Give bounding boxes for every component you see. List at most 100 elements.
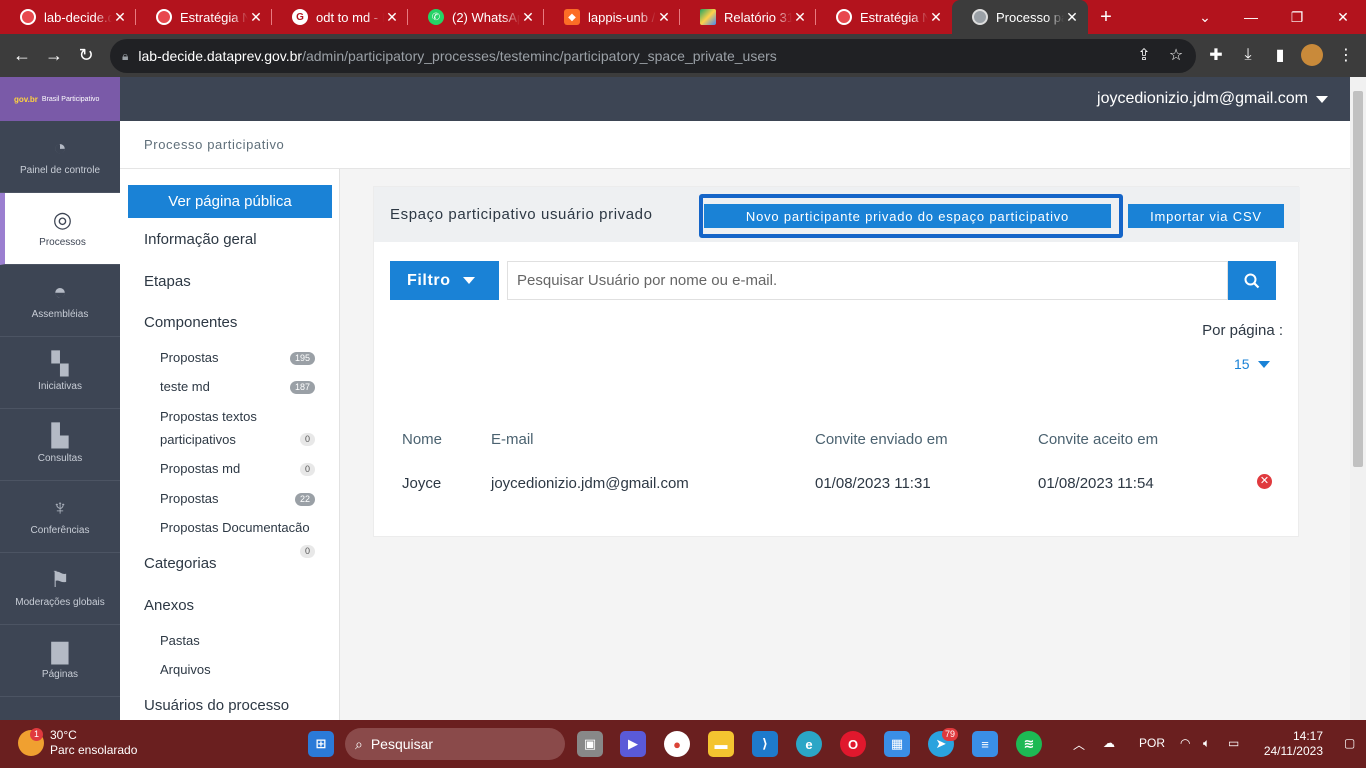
browser-tab[interactable]: Estratégia Na✕ bbox=[816, 0, 952, 34]
sidebar-item-label: Páginas bbox=[41, 669, 79, 680]
file-explorer-icon[interactable]: ▬ bbox=[708, 731, 734, 757]
maximize-button[interactable]: ❐ bbox=[1274, 0, 1320, 34]
per-page-select[interactable]: 15 bbox=[1234, 356, 1270, 372]
nav-componentes[interactable]: Componentes bbox=[144, 314, 237, 331]
taskbar-search[interactable]: ⌕ Pesquisar bbox=[345, 728, 565, 760]
cloud-icon[interactable]: ☁ bbox=[1103, 736, 1115, 750]
card-title: Espaço participativo usuário privado bbox=[390, 206, 653, 223]
nav-pastas[interactable]: Pastas bbox=[160, 629, 200, 652]
spotify-icon[interactable]: ≋ bbox=[1016, 731, 1042, 757]
teams-icon[interactable]: ▶ bbox=[620, 731, 646, 757]
brasil-participativo-logo[interactable]: gov.br Brasil Participativo bbox=[0, 77, 120, 121]
nav-arquivos[interactable]: Arquivos bbox=[160, 658, 211, 681]
page-scrollbar[interactable] bbox=[1350, 77, 1366, 720]
share-icon[interactable]: ⇪ bbox=[1133, 44, 1155, 66]
url-field[interactable]: 🔒︎ lab-decide.dataprev.gov.br/admin/part… bbox=[110, 39, 1196, 73]
telegram-badge: 79 bbox=[942, 728, 959, 741]
nav-informacao-geral[interactable]: Informação geral bbox=[144, 231, 257, 248]
opera-icon[interactable]: O bbox=[840, 731, 866, 757]
notepad-icon[interactable]: ≡ bbox=[972, 731, 998, 757]
browser-tab[interactable]: Estratégia Na✕ bbox=[136, 0, 272, 34]
user-menu[interactable]: joycedionizio.jdm@gmail.com bbox=[1097, 90, 1328, 108]
reload-button[interactable]: ↻ bbox=[70, 40, 102, 72]
sidebar-item-consultas[interactable]: ▙ Consultas bbox=[0, 409, 120, 481]
component-item[interactable]: Propostas Documentacão bbox=[160, 516, 310, 539]
tab-label: Processo par bbox=[996, 9, 1064, 25]
download-icon[interactable]: ⤓ bbox=[1237, 44, 1259, 66]
search-input[interactable]: Pesquisar Usuário por nome ou e-mail. bbox=[507, 261, 1228, 300]
component-item[interactable]: Propostas bbox=[160, 346, 219, 369]
close-icon[interactable]: ✕ bbox=[792, 9, 808, 26]
nav-usuarios-do-processo[interactable]: Usuários do processo bbox=[144, 697, 289, 714]
browser-tab[interactable]: ◆ lappis-unb / ✕ bbox=[544, 0, 680, 34]
close-icon[interactable]: ✕ bbox=[384, 9, 400, 26]
chrome-icon[interactable]: ● bbox=[664, 731, 690, 757]
nav-etapas[interactable]: Etapas bbox=[144, 273, 191, 290]
column-header[interactable]: Nome bbox=[402, 431, 442, 448]
minimize-button[interactable]: — bbox=[1228, 0, 1274, 34]
browser-tab[interactable]: lab-decide.d ✕ bbox=[0, 0, 136, 34]
sidebar-item-assembleias[interactable]: ◓ Assembléias bbox=[0, 265, 120, 337]
battery-icon[interactable]: ▭ bbox=[1228, 736, 1239, 750]
close-icon[interactable]: ✕ bbox=[248, 9, 264, 26]
browser-tab-active[interactable]: Processo par✕ bbox=[952, 0, 1088, 34]
language-indicator[interactable]: POR bbox=[1139, 736, 1165, 750]
close-icon[interactable]: ✕ bbox=[112, 9, 128, 26]
browser-tab[interactable]: Godt to md - I ✕ bbox=[272, 0, 408, 34]
forward-button[interactable]: → bbox=[38, 40, 70, 72]
close-icon[interactable]: ✕ bbox=[1064, 9, 1080, 26]
filter-button[interactable]: Filtro bbox=[390, 261, 499, 300]
logo-text: Brasil Participativo bbox=[41, 95, 100, 103]
column-header[interactable]: Convite aceito em bbox=[1038, 431, 1158, 448]
sidebar-item-painel[interactable]: ◔ Painel de controle bbox=[0, 121, 120, 193]
store-icon[interactable]: ▦ bbox=[884, 731, 910, 757]
column-header[interactable]: Convite enviado em bbox=[815, 431, 948, 448]
scrollbar-thumb[interactable] bbox=[1353, 91, 1363, 467]
delete-icon[interactable]: ✕ bbox=[1257, 474, 1272, 489]
column-header[interactable]: E-mail bbox=[491, 431, 534, 448]
profile-avatar[interactable] bbox=[1301, 44, 1323, 66]
google-icon: G bbox=[292, 9, 308, 25]
new-private-participant-button[interactable]: Novo participante privado do espaço part… bbox=[704, 204, 1111, 228]
clock[interactable]: 14:17 24/11/2023 bbox=[1264, 729, 1323, 759]
page-title[interactable]: Processo participativo bbox=[144, 137, 284, 152]
component-item[interactable]: Propostas md bbox=[160, 457, 240, 480]
search-placeholder: Pesquisar Usuário por nome ou e-mail. bbox=[517, 272, 778, 289]
star-icon[interactable]: ☆ bbox=[1165, 44, 1187, 66]
side-panel-icon[interactable]: ▮ bbox=[1269, 44, 1291, 66]
sidebar-item-processos[interactable]: ◎ Processos bbox=[0, 193, 120, 265]
task-view-icon[interactable]: ▣ bbox=[577, 731, 603, 757]
browser-tab[interactable]: ✆ (2) WhatsApp✕ bbox=[408, 0, 544, 34]
import-csv-button[interactable]: Importar via CSV bbox=[1128, 204, 1284, 228]
notifications-icon[interactable]: ▢ bbox=[1344, 736, 1355, 750]
component-item[interactable]: teste md bbox=[160, 375, 210, 398]
sidebar-item-moderacoes[interactable]: ⚑ Moderações globais bbox=[0, 553, 120, 625]
view-public-page-button[interactable]: Ver página pública bbox=[128, 185, 332, 218]
tab-label: (2) WhatsApp bbox=[452, 9, 520, 25]
volume-icon[interactable]: 🔈︎ bbox=[1203, 736, 1210, 751]
tray-chevron-icon[interactable]: ︿ bbox=[1073, 736, 1085, 753]
sidebar-item-conferencias[interactable]: ♆ Conferências bbox=[0, 481, 120, 553]
nav-anexos[interactable]: Anexos bbox=[144, 597, 194, 614]
extensions-icon[interactable]: ✚ bbox=[1205, 44, 1227, 66]
sidebar-item-paginas[interactable]: ▇ Páginas bbox=[0, 625, 120, 697]
close-icon[interactable]: ✕ bbox=[656, 9, 672, 26]
weather-widget[interactable]: 1 30°C Parc ensolarado bbox=[18, 728, 137, 758]
nav-categorias[interactable]: Categorias bbox=[144, 555, 217, 572]
close-icon[interactable]: ✕ bbox=[520, 9, 536, 26]
new-tab-button[interactable]: + bbox=[1088, 0, 1124, 34]
close-icon[interactable]: ✕ bbox=[928, 9, 944, 26]
sidebar-item-iniciativas[interactable]: ▚ Iniciativas bbox=[0, 337, 120, 409]
browser-tab[interactable]: Relatório 31/✕ bbox=[680, 0, 816, 34]
edge-icon[interactable]: e bbox=[796, 731, 822, 757]
windows-start-icon[interactable]: ⊞ bbox=[308, 731, 334, 757]
tab-search-button[interactable]: ⌄ bbox=[1182, 0, 1228, 34]
back-button[interactable]: ← bbox=[6, 40, 38, 72]
search-button[interactable] bbox=[1228, 261, 1276, 300]
vscode-icon[interactable]: ⟩ bbox=[752, 731, 778, 757]
close-window-button[interactable]: ✕ bbox=[1320, 0, 1366, 34]
menu-icon[interactable]: ⋮ bbox=[1335, 44, 1357, 66]
component-item[interactable]: Propostas bbox=[160, 487, 219, 510]
wifi-icon[interactable]: ◠ bbox=[1180, 736, 1190, 750]
component-item[interactable]: Propostas textos participativos bbox=[160, 405, 290, 451]
